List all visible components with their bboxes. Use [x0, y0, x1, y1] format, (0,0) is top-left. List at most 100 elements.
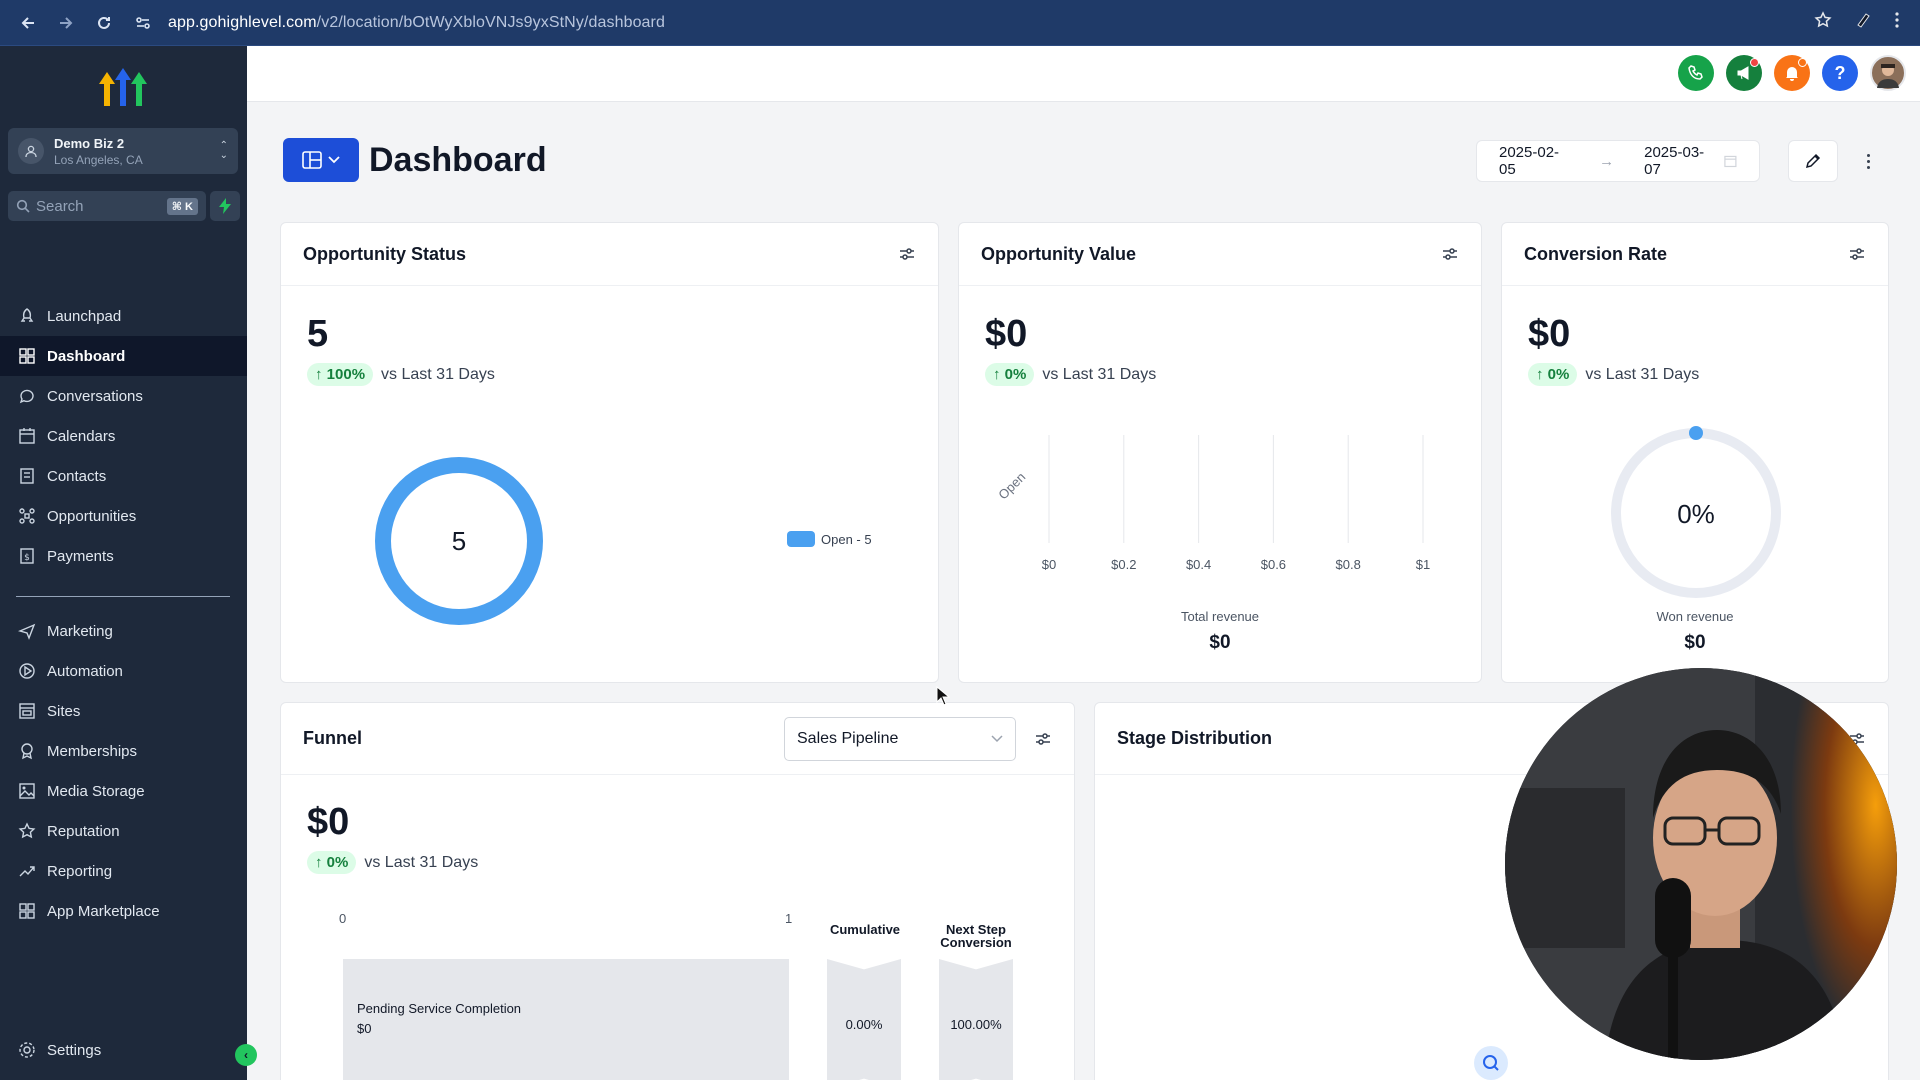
sidebar-item-marketing[interactable]: Marketing: [0, 611, 247, 651]
sidebar-item-dashboard[interactable]: Dashboard: [0, 336, 247, 376]
site-settings-icon[interactable]: [134, 14, 158, 32]
won-revenue-value: $0: [1684, 632, 1706, 653]
back-arrow-icon[interactable]: [14, 9, 42, 37]
next-step-header: Next Step Conversion: [940, 922, 1012, 950]
next-step-cell: 100.00%: [939, 959, 1013, 1080]
quick-action-button[interactable]: [210, 191, 240, 221]
automation-icon: [19, 663, 35, 679]
megaphone-icon: [1737, 66, 1749, 80]
metric-value: $0: [985, 313, 1028, 355]
user-avatar[interactable]: [1870, 55, 1906, 91]
legend-label: Open - 5: [821, 531, 872, 547]
chevron-down-icon: [328, 156, 340, 164]
webcam-overlay: [1505, 668, 1897, 1060]
donut-center-label: 5: [452, 526, 466, 556]
notifications-button[interactable]: [1774, 55, 1810, 91]
sidebar-item-automation[interactable]: Automation: [0, 651, 247, 691]
sidebar-item-label: Automation: [47, 662, 123, 680]
x-tick-label: $0.6: [1261, 557, 1286, 572]
filter-icon[interactable]: [1034, 730, 1052, 748]
card-title: Conversion Rate: [1524, 243, 1668, 264]
account-switcher[interactable]: Demo Biz 2 Los Angeles, CA ⌃ ⌄: [8, 128, 238, 174]
sidebar-item-memberships[interactable]: Memberships: [0, 731, 247, 771]
metric-value: $0: [1528, 313, 1571, 355]
sidebar-nav-primary: Launchpad Dashboard Conversations Calend…: [0, 296, 247, 617]
account-name: Demo Biz 2: [54, 135, 125, 151]
arrow-right-icon: →: [1599, 152, 1615, 170]
sidebar-item-reporting[interactable]: Reporting: [0, 851, 247, 891]
sidebar-search[interactable]: Search ⌘ K: [8, 191, 206, 221]
edit-dashboard-button[interactable]: [1788, 140, 1838, 182]
forward-arrow-icon[interactable]: [52, 9, 80, 37]
card-title: Funnel: [303, 728, 362, 748]
sidebar-item-contacts[interactable]: Contacts: [0, 456, 247, 496]
mouse-cursor-icon: [936, 686, 950, 706]
won-revenue-label: Won revenue: [1656, 609, 1734, 624]
metric-value: $0: [307, 801, 350, 843]
sidebar-item-label: Sites: [47, 702, 81, 720]
total-revenue-block: Total revenue $0: [959, 609, 1481, 654]
sidebar-item-calendars[interactable]: Calendars: [0, 416, 247, 456]
trend-icon: [19, 866, 35, 877]
sidebar-item-media-storage[interactable]: Media Storage: [0, 771, 247, 811]
phone-button[interactable]: [1678, 55, 1714, 91]
delta-compare: vs Last 31 Days: [381, 365, 495, 383]
extension-icon[interactable]: [1854, 11, 1872, 34]
gauge-marker: [1689, 426, 1703, 440]
calendar-icon: [1724, 155, 1737, 168]
x-tick-label: $1: [1416, 557, 1430, 572]
filter-icon[interactable]: [1441, 245, 1459, 263]
funnel-stage-bar[interactable]: Pending Service Completion $0: [343, 959, 789, 1080]
avatar-icon: [1877, 64, 1899, 88]
card-title: Opportunity Value: [981, 243, 1137, 264]
layout-switcher-button[interactable]: [283, 138, 359, 182]
sidebar-item-launchpad[interactable]: Launchpad: [0, 296, 247, 336]
sidebar-item-label: Marketing: [47, 622, 113, 640]
help-button[interactable]: ?: [1822, 55, 1858, 91]
address-bar[interactable]: app.gohighlevel.com/v2/location/bOtWyXbl…: [134, 7, 1814, 39]
sidebar-item-conversations[interactable]: Conversations: [0, 376, 247, 416]
sidebar-item-opportunities[interactable]: Opportunities: [0, 496, 247, 536]
collapse-sidebar-button[interactable]: ‹: [235, 1044, 257, 1066]
url-path: /v2/location/bOtWyXbloVNJs9yxStNy/dashbo…: [316, 13, 665, 31]
sidebar-item-app-marketplace[interactable]: App Marketplace: [0, 891, 247, 931]
sidebar-item-label: Settings: [47, 1041, 102, 1059]
grid-icon: [19, 348, 35, 364]
pipeline-select[interactable]: Sales Pipeline: [784, 716, 1016, 761]
sidebar-item-label: Reputation: [47, 822, 120, 840]
sidebar-divider: [16, 596, 230, 597]
x-tick-label: $0: [1042, 557, 1056, 572]
opportunities-icon: [19, 508, 35, 524]
filter-icon[interactable]: [898, 245, 916, 263]
image-icon: [19, 783, 35, 799]
opportunity-value-card: Opportunity Value $0 ↑ 0% vs Last 31 Day…: [958, 222, 1482, 683]
lightning-icon: [219, 198, 231, 214]
reload-icon[interactable]: [90, 9, 118, 37]
question-icon: ?: [1834, 62, 1846, 83]
card-title: Opportunity Status: [303, 243, 466, 264]
metric-value: 5: [307, 313, 329, 355]
calendar-icon: [19, 428, 35, 444]
sidebar-item-reputation[interactable]: Reputation: [0, 811, 247, 851]
sidebar-item-label: Contacts: [47, 467, 107, 485]
sidebar-item-label: Opportunities: [47, 507, 137, 525]
sidebar-item-label: Reporting: [47, 862, 113, 880]
sidebar-item-settings[interactable]: Settings: [0, 1030, 247, 1070]
conversion-rate-card: Conversion Rate $0 ↑ 0% vs Last 31 Days …: [1501, 222, 1889, 683]
bookmark-star-icon[interactable]: [1814, 11, 1832, 34]
more-options-icon[interactable]: [1860, 148, 1876, 174]
metric-delta: ↑ 0% vs Last 31 Days: [1528, 363, 1699, 386]
support-chat-button[interactable]: [1474, 1046, 1508, 1080]
date-from: 2025-02-05: [1499, 144, 1560, 178]
sidebar-item-payments[interactable]: $ Payments: [0, 536, 247, 576]
chevron-down-icon: [991, 734, 1003, 742]
bell-icon: [1786, 67, 1798, 81]
announcements-button[interactable]: [1726, 55, 1762, 91]
metric-delta: ↑ 100% vs Last 31 Days: [307, 363, 495, 386]
sidebar-item-sites[interactable]: Sites: [0, 691, 247, 731]
layout-icon: [302, 151, 322, 169]
date-range-picker[interactable]: 2025-02-05 → 2025-03-07: [1476, 140, 1760, 182]
browser-menu-icon[interactable]: [1894, 11, 1900, 34]
sidebar-item-label: Calendars: [47, 427, 116, 445]
filter-icon[interactable]: [1848, 245, 1866, 263]
